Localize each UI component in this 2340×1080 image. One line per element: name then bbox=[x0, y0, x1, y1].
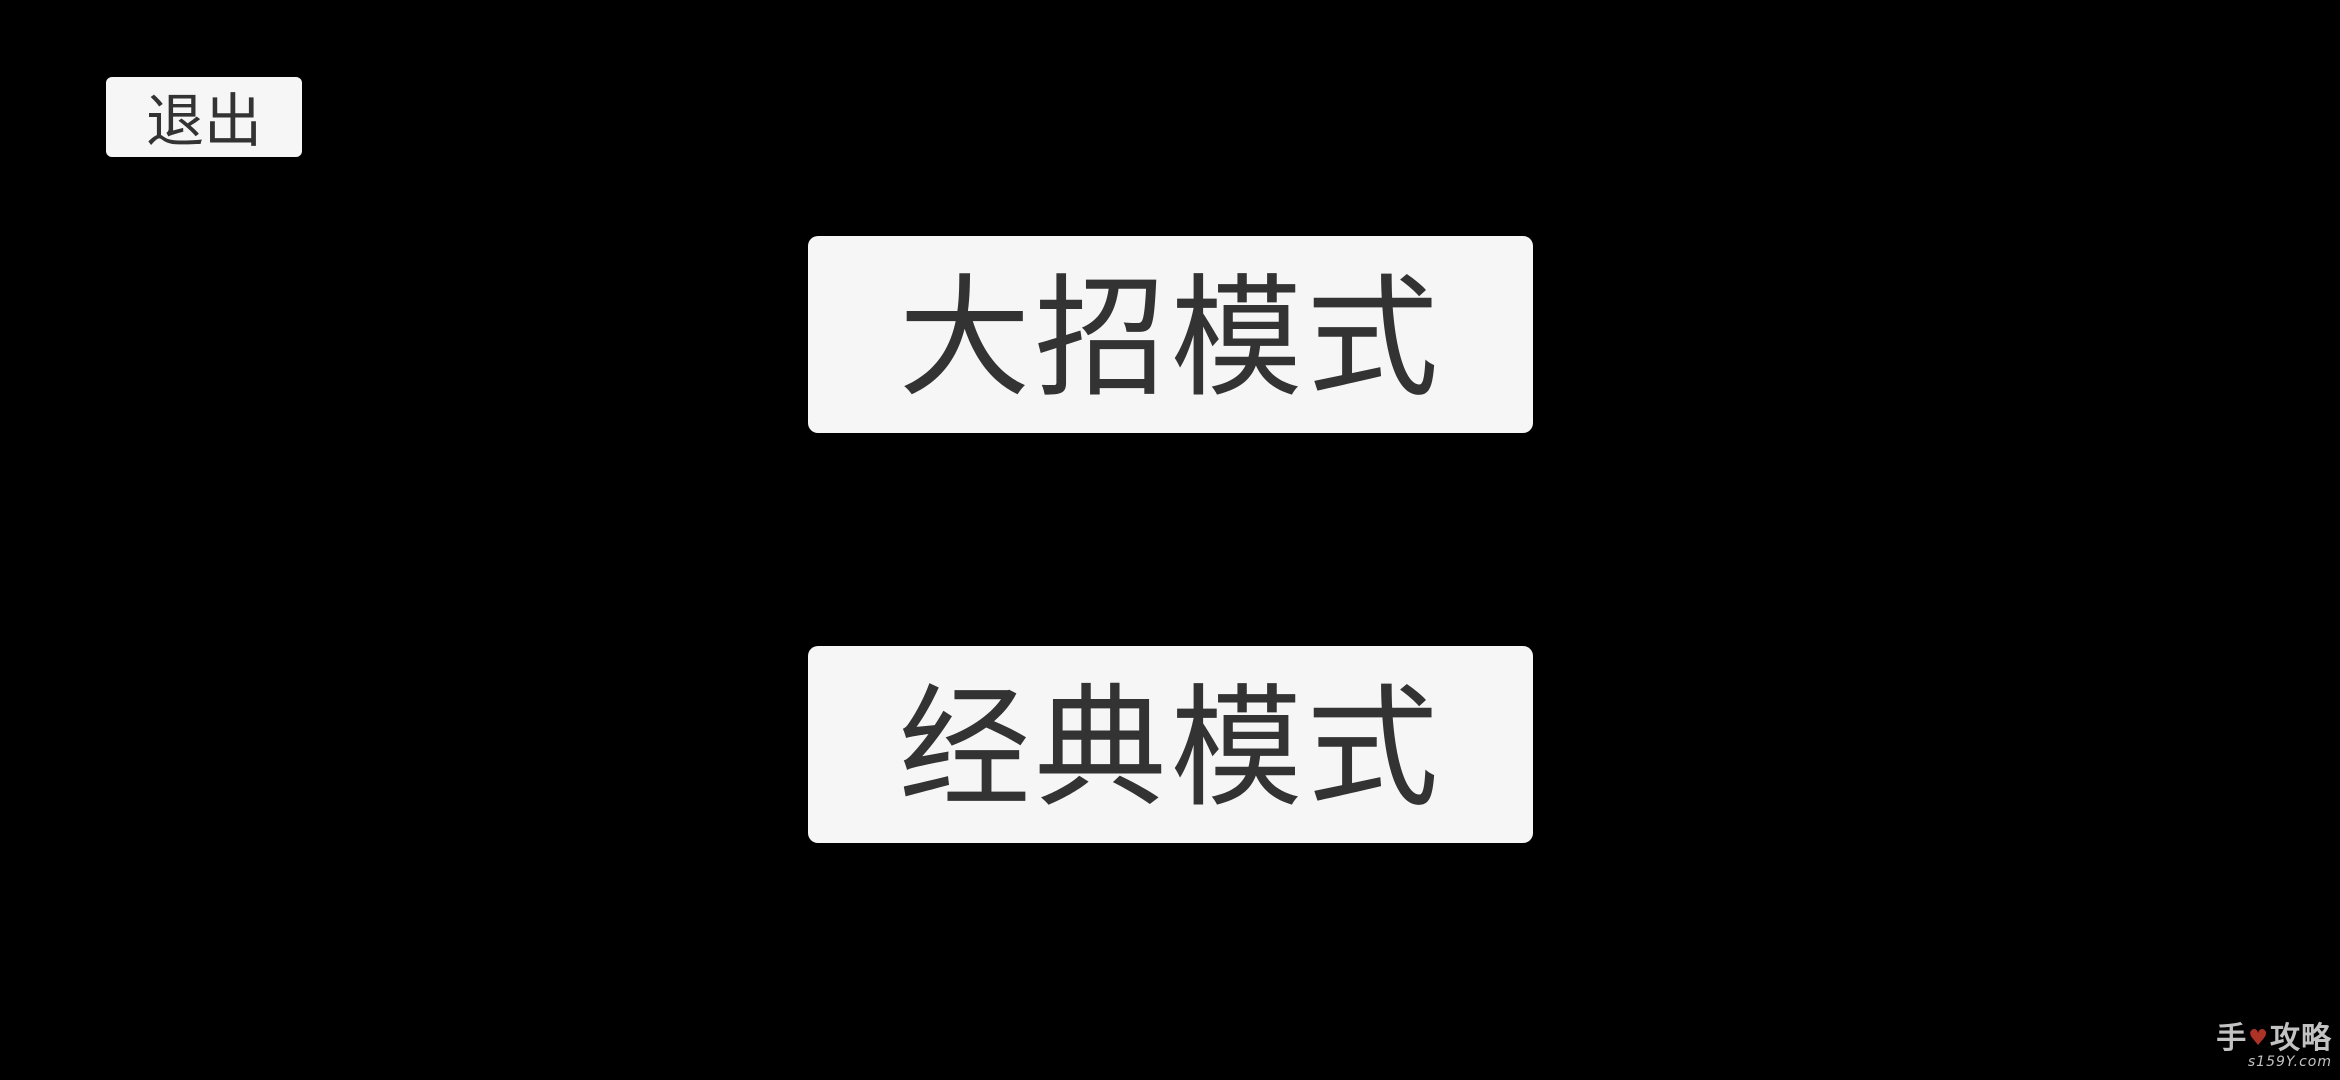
heart-icon: ♥ bbox=[2248, 1026, 2269, 1051]
watermark: 手 ♥ 攻略 s159Y.com bbox=[2162, 1024, 2332, 1072]
watermark-logo-left: 手 bbox=[2216, 1021, 2248, 1056]
watermark-url: s159Y.com bbox=[2247, 1054, 2332, 1070]
exit-button[interactable]: 退出 bbox=[106, 77, 302, 157]
exit-button-label: 退出 bbox=[145, 87, 262, 155]
watermark-logo-right: 攻略 bbox=[2270, 1021, 2332, 1056]
classic-mode-button[interactable]: 经典模式 bbox=[808, 646, 1533, 843]
ultimate-mode-label: 大招模式 bbox=[898, 261, 1443, 416]
classic-mode-label: 经典模式 bbox=[898, 671, 1443, 826]
game-menu-screen: 退出 大招模式 经典模式 手 ♥ 攻略 s159Y.com bbox=[0, 0, 2340, 1080]
watermark-logo: 手 ♥ 攻略 bbox=[2216, 1024, 2332, 1054]
ultimate-mode-button[interactable]: 大招模式 bbox=[808, 236, 1533, 433]
